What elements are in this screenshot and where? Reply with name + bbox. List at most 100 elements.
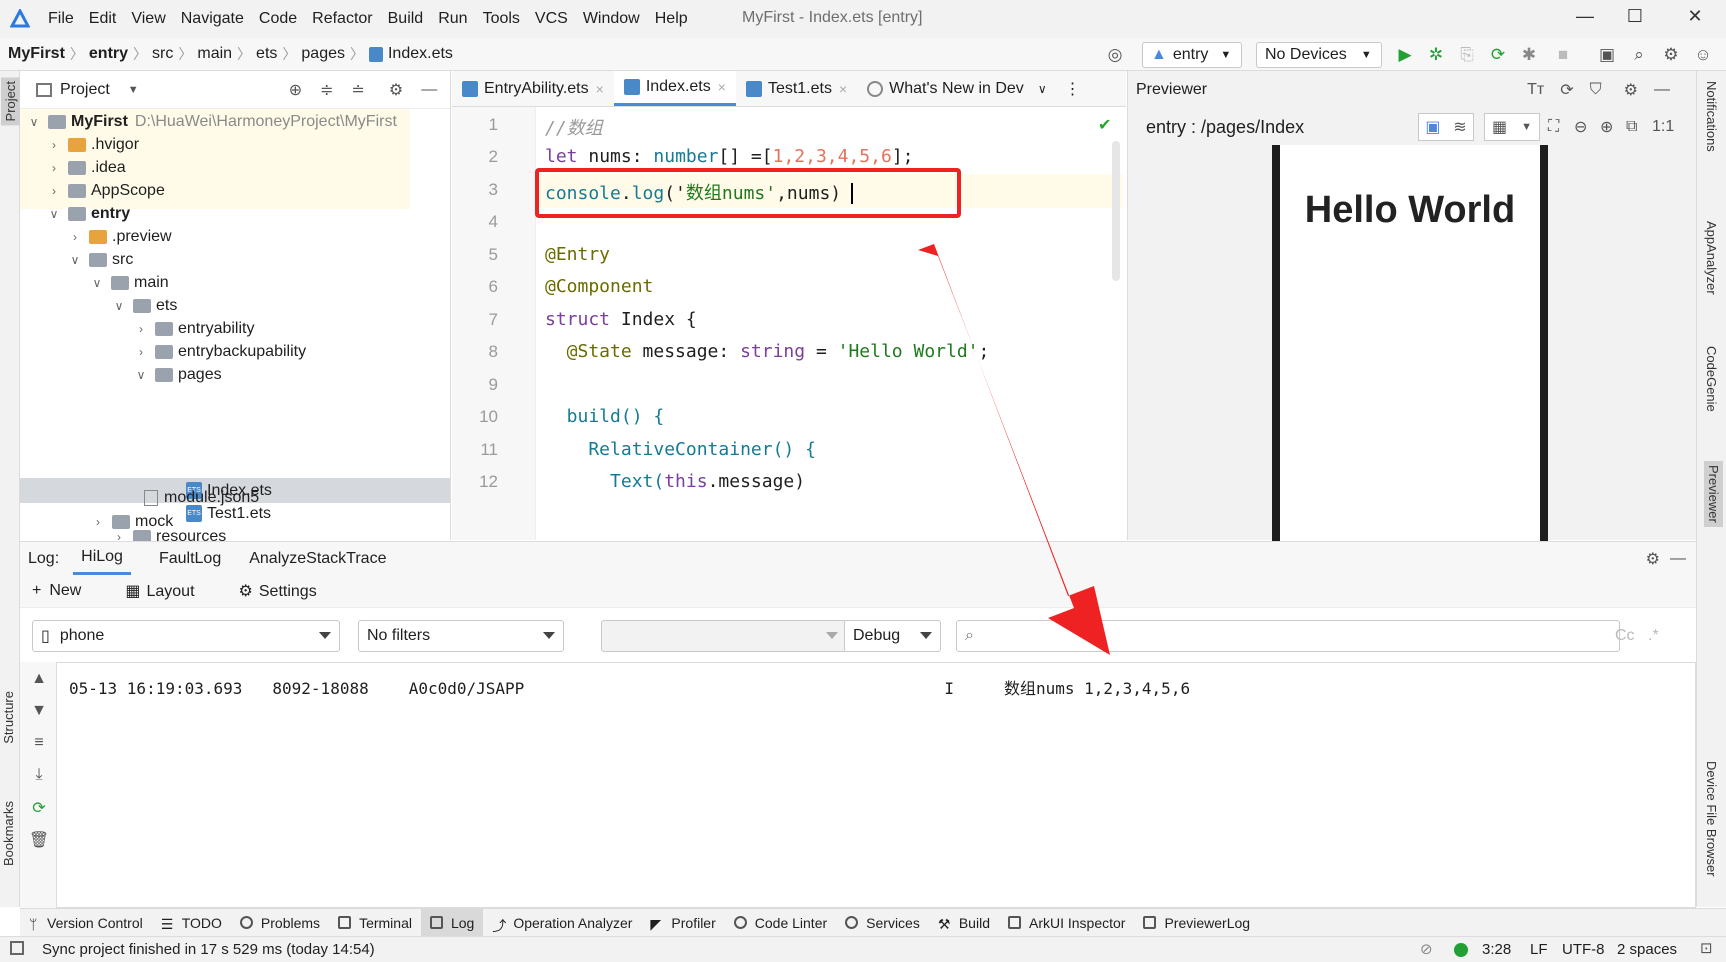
project-panel-title[interactable]: Project xyxy=(60,81,110,99)
tree-item-entry[interactable]: ∨ entry xyxy=(48,201,131,226)
zoom-in-icon[interactable]: ⊕ xyxy=(1600,117,1613,137)
device-screen[interactable]: Hello World xyxy=(1280,145,1540,557)
tool-services[interactable]: Services xyxy=(836,909,929,937)
tool-profiler[interactable]: ◤ Profiler xyxy=(641,909,724,937)
device-filter-select[interactable]: ▯ phone xyxy=(32,620,340,652)
status-ok-icon[interactable] xyxy=(1454,943,1468,957)
clear-log-icon[interactable]: 🗑 xyxy=(28,830,50,852)
tool-terminal[interactable]: Terminal xyxy=(329,909,421,937)
tool-operation-analyzer[interactable]: ⤴ Operation Analyzer xyxy=(483,909,641,937)
tree-item-entryability[interactable]: › entryability xyxy=(135,316,254,341)
soft-wrap-icon[interactable]: ≡ xyxy=(28,734,50,756)
multi-device-select[interactable]: ▦ ▼ xyxy=(1484,113,1540,141)
tab-whats-new[interactable]: What's New in Dev ∨ ⋮ xyxy=(857,71,1090,106)
close-window-button[interactable]: ✕ xyxy=(1680,6,1710,32)
menu-tools[interactable]: Tools xyxy=(483,10,520,28)
tree-item-pages[interactable]: ∨ pages xyxy=(135,362,222,387)
scroll-to-end-icon[interactable]: ⤓ xyxy=(28,766,50,788)
tab-entryability[interactable]: EntryAbility.ets × xyxy=(452,71,614,106)
codegenie-tool-tab[interactable]: CodeGenie xyxy=(1704,346,1719,412)
refresh-icon[interactable]: ⟳ xyxy=(1560,80,1573,100)
breadcrumb-pages[interactable]: pages xyxy=(301,45,345,63)
tool-build[interactable]: ⚒ Build xyxy=(929,909,999,937)
tree-item-src[interactable]: ∨ src xyxy=(69,247,134,272)
account-icon[interactable]: ☺ xyxy=(1692,45,1714,67)
file-encoding[interactable]: UTF-8 xyxy=(1562,941,1605,958)
appanalyzer-tool-tab[interactable]: AppAnalyzer xyxy=(1704,221,1719,295)
regex-button[interactable]: .* xyxy=(1648,627,1659,645)
menu-window[interactable]: Window xyxy=(583,10,640,28)
gear-icon[interactable]: ⚙ xyxy=(389,80,403,100)
hide-panel-icon[interactable]: — xyxy=(421,81,437,99)
debug-icon[interactable]: ✲ xyxy=(1425,45,1447,67)
tree-item-main[interactable]: ∨ main xyxy=(91,270,169,295)
tree-item-preview[interactable]: › .preview xyxy=(69,224,172,249)
log-search-input[interactable]: ⌕ xyxy=(956,620,1620,652)
minimize-button[interactable]: — xyxy=(1570,6,1600,32)
scroll-down-icon[interactable]: ▼ xyxy=(28,702,50,724)
hide-panel-icon[interactable]: — xyxy=(1654,81,1670,99)
breadcrumb-project[interactable]: MyFirst xyxy=(8,45,65,63)
menu-edit[interactable]: Edit xyxy=(89,10,117,28)
more-icon[interactable]: ⋮ xyxy=(1065,79,1081,99)
locate-icon[interactable]: ⊕ xyxy=(289,80,302,100)
tool-version-control[interactable]: ᛘ Version Control xyxy=(20,909,152,937)
tool-code-linter[interactable]: Code Linter xyxy=(725,909,836,937)
tool-log[interactable]: Log xyxy=(420,908,484,937)
device-select[interactable]: No Devices ▼ xyxy=(1256,42,1382,68)
inspector-icon[interactable]: ⛉ xyxy=(1590,81,1602,99)
zoom-out-icon[interactable]: ⊖ xyxy=(1574,117,1587,137)
run-config-select[interactable]: ▲ entry ▼ xyxy=(1142,42,1242,68)
caret-position[interactable]: 3:28 xyxy=(1482,941,1511,958)
editor-scrollbar[interactable] xyxy=(1112,141,1120,281)
tree-item-entrybackupability[interactable]: › entrybackupability xyxy=(135,339,306,364)
package-filter-select[interactable] xyxy=(601,620,847,652)
no-sync-icon[interactable]: ⊘ xyxy=(1420,940,1433,958)
target-icon[interactable]: ◎ xyxy=(1104,45,1126,67)
tab-faultlog[interactable]: FaultLog xyxy=(159,542,221,575)
status-message[interactable]: Sync project finished in 17 s 529 ms (to… xyxy=(42,941,375,958)
gear-icon[interactable]: ⚙ xyxy=(1624,80,1638,100)
tree-item-module-json5[interactable]: module.json5 xyxy=(144,485,259,510)
close-icon[interactable]: × xyxy=(718,79,726,95)
match-case-button[interactable]: Cc xyxy=(1615,627,1635,645)
maximize-button[interactable]: ☐ xyxy=(1620,6,1650,32)
tree-item-appscope[interactable]: › AppScope xyxy=(48,178,165,203)
structure-tool-tab[interactable]: Structure xyxy=(1,691,16,744)
breadcrumb-ets[interactable]: ets xyxy=(256,45,277,63)
tree-item-idea[interactable]: › .idea xyxy=(48,155,126,180)
code-line-1[interactable]: //数组 xyxy=(545,114,603,140)
code-line-12[interactable]: Text(this.message) xyxy=(545,471,805,492)
code-line-5[interactable]: @Entry xyxy=(545,244,610,265)
menu-file[interactable]: File xyxy=(48,10,74,28)
menu-build[interactable]: Build xyxy=(388,10,424,28)
device-manager-icon[interactable]: ▣ xyxy=(1596,45,1618,67)
menu-vcs[interactable]: VCS xyxy=(535,10,568,28)
close-icon[interactable]: × xyxy=(839,81,847,97)
previewer-tool-tab[interactable]: Previewer xyxy=(1704,461,1723,527)
tree-item-ets[interactable]: ∨ ets xyxy=(113,293,178,318)
gear-icon[interactable]: ⚙ xyxy=(1646,549,1660,569)
restart-icon[interactable]: ⟳ xyxy=(28,798,50,820)
tool-problems[interactable]: Problems xyxy=(231,909,329,937)
notifications-tool-tab[interactable]: Notifications xyxy=(1704,81,1719,152)
crop-icon[interactable]: ⛶ xyxy=(1548,118,1559,136)
menu-navigate[interactable]: Navigate xyxy=(181,10,244,28)
close-icon[interactable]: × xyxy=(596,81,604,97)
hide-panel-icon[interactable]: — xyxy=(1670,550,1686,568)
attach-debugger-icon[interactable]: ⎘ xyxy=(1456,45,1478,67)
apply-changes-icon[interactable]: ⟳ xyxy=(1487,45,1509,67)
actual-size-icon[interactable]: 1:1 xyxy=(1652,118,1674,136)
tree-item-hvigor[interactable]: › .hvigor xyxy=(48,132,139,157)
code-line-10[interactable]: build() { xyxy=(545,406,665,427)
log-output[interactable]: 05-13 16:19:03.693 8092-18088 A0c0d0/JSAPP… xyxy=(56,662,1696,908)
collapse-all-icon[interactable]: ≐ xyxy=(352,80,365,100)
expand-all-icon[interactable]: ≑ xyxy=(320,80,333,100)
process-filter-select[interactable]: No filters xyxy=(358,620,564,652)
font-size-icon[interactable]: Tт xyxy=(1527,81,1544,99)
run-icon[interactable]: ▶ xyxy=(1394,45,1416,67)
fit-icon[interactable]: ⧉ xyxy=(1626,118,1637,136)
code-line-8[interactable]: @State message: string = 'Hello World'; xyxy=(545,341,990,362)
inspect-toggle-group[interactable]: ▣ ≋ xyxy=(1418,113,1474,141)
code-line-2[interactable]: let nums: number[] =[1,2,3,4,5,6]; xyxy=(545,146,914,167)
